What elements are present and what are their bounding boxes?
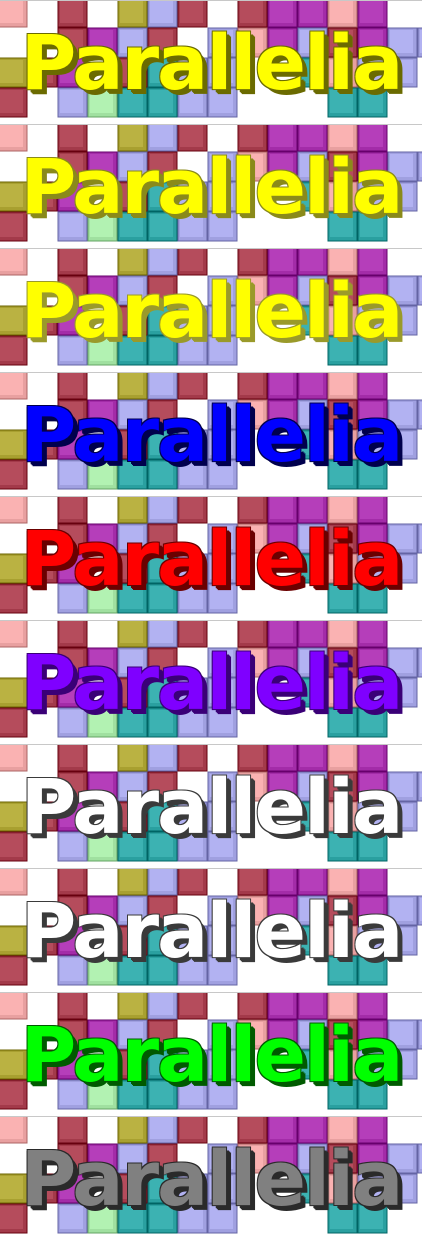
game-title-logo: Parallelia bbox=[20, 390, 404, 479]
title-banner: Parallelia bbox=[0, 124, 422, 247]
title-banner: Parallelia bbox=[0, 372, 422, 495]
game-title-logo: Parallelia bbox=[20, 886, 404, 975]
title-banner: Parallelia bbox=[0, 1116, 422, 1239]
title-banner: Parallelia bbox=[0, 744, 422, 867]
title-banner: Parallelia bbox=[0, 496, 422, 619]
game-title-logo: Parallelia bbox=[20, 142, 404, 231]
game-title-logo: Parallelia bbox=[20, 638, 404, 727]
game-title-logo: Parallelia bbox=[20, 266, 404, 355]
title-banner: Parallelia bbox=[0, 620, 422, 743]
title-banner: Parallelia bbox=[0, 248, 422, 371]
game-title-logo: Parallelia bbox=[20, 514, 404, 603]
title-banner: Parallelia bbox=[0, 992, 422, 1115]
game-title-logo: Parallelia bbox=[20, 1010, 404, 1099]
game-title-logo: Parallelia bbox=[20, 18, 404, 107]
game-title-logo: Parallelia bbox=[20, 1134, 404, 1223]
banner-list: Parallelia Parallelia Parallelia Parallelia… bbox=[0, 0, 422, 1242]
title-banner: Parallelia bbox=[0, 868, 422, 991]
title-banner: Parallelia bbox=[0, 0, 422, 123]
game-title-logo: Parallelia bbox=[20, 762, 404, 851]
